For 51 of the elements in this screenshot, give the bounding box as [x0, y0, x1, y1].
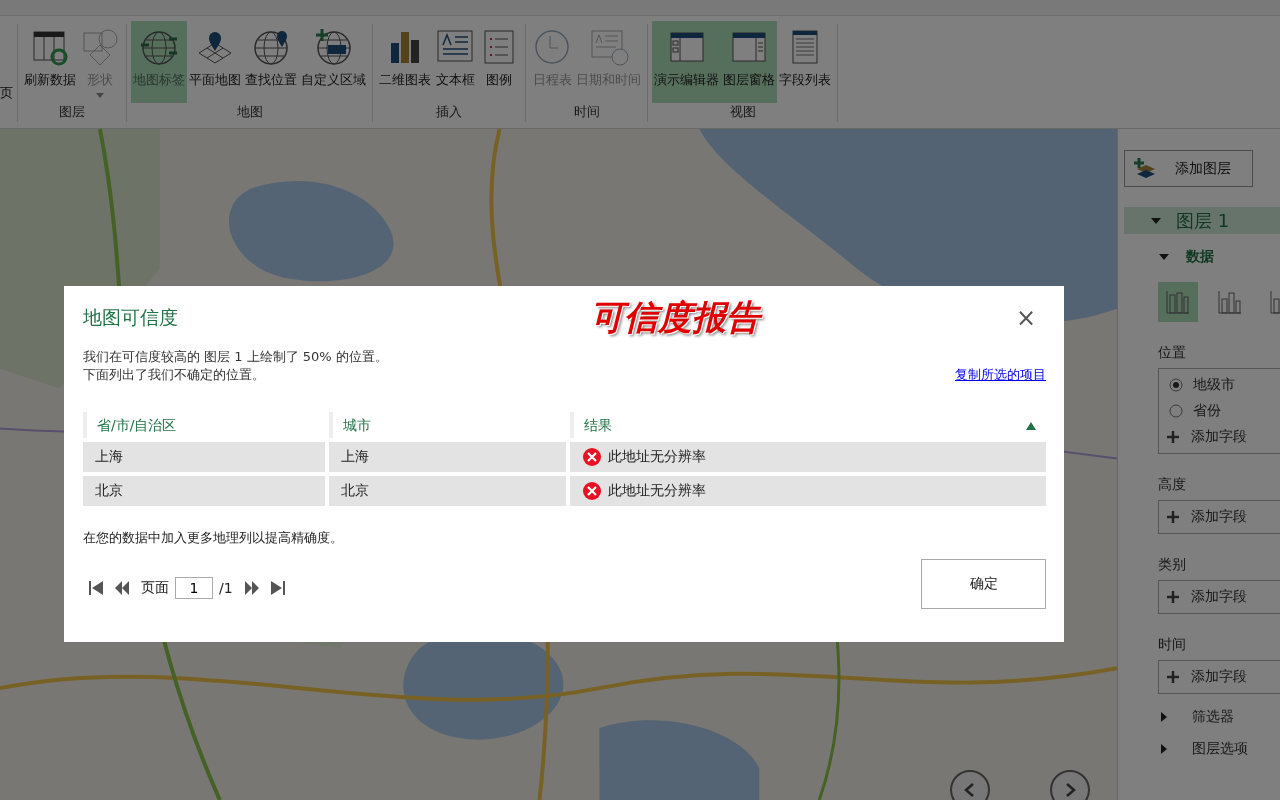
field-label: 高度: [1158, 476, 1187, 494]
message-text: 我们在可信度较高的 图层 1 上绘制了 50% 的位置。: [83, 348, 388, 366]
column-header[interactable]: 结果: [570, 412, 1046, 438]
page-total: /1: [219, 580, 233, 596]
add-field-button[interactable]: 添加字段: [1159, 425, 1280, 449]
table-cell: 上海: [329, 442, 566, 472]
field-label: 位置: [1158, 344, 1187, 362]
section-title[interactable]: 数据: [1186, 248, 1214, 266]
ribbon-button[interactable]: 演示编辑器: [652, 21, 721, 103]
ribbon-group-label: 插入: [436, 103, 462, 121]
ribbon-button[interactable]: 字段列表: [777, 21, 833, 103]
ribbon-button[interactable]: 查找位置: [243, 21, 299, 103]
ribbon-button[interactable]: 自定义区域: [299, 21, 368, 103]
add-field-button[interactable]: 添加字段: [1159, 665, 1280, 689]
ribbon-button[interactable]: 二维图表: [377, 21, 433, 103]
page-input[interactable]: 1: [175, 577, 213, 599]
field-label: 时间: [1158, 636, 1187, 654]
collapsed-section[interactable]: 图层选项: [1118, 740, 1280, 758]
table-cell: 此地址无分辨率: [570, 476, 1046, 506]
close-button[interactable]: ×: [1005, 304, 1046, 332]
add-field-button[interactable]: 添加字段: [1159, 585, 1280, 609]
column-header[interactable]: 省/市/自治区: [83, 412, 325, 438]
ribbon-group-label: 地图: [236, 103, 263, 121]
ribbon-group-label: 视图: [729, 103, 756, 121]
radio-option[interactable]: 省份: [1159, 399, 1280, 423]
ribbon-button[interactable]: 平面地图: [187, 21, 243, 103]
ok-button[interactable]: 确定: [921, 559, 1046, 609]
table-cell: 北京: [329, 476, 566, 506]
table-cell: 北京: [83, 476, 325, 506]
ribbon-label: 页: [0, 84, 13, 102]
message-text: 下面列出了我们不确定的位置。: [83, 366, 266, 384]
page-label: 页面: [141, 579, 169, 597]
ribbon-button[interactable]: 图层窗格: [721, 21, 777, 103]
table-cell: 上海: [83, 442, 325, 472]
hint-text: 在您的数据中加入更多地理列以提高精确度。: [83, 529, 344, 547]
field-label: 类别: [1158, 556, 1187, 574]
layer-title: 图层 1: [1176, 208, 1230, 233]
add-layer-button[interactable]: 添加图层: [1124, 150, 1253, 187]
ribbon-button[interactable]: 文本框: [433, 21, 477, 103]
collapsed-section[interactable]: 筛选器: [1118, 708, 1280, 726]
column-header[interactable]: 城市: [329, 412, 566, 438]
add-field-button[interactable]: 添加字段: [1159, 505, 1280, 529]
dialog-title: 地图可信度: [83, 305, 178, 330]
ribbon-group-label: 时间: [573, 103, 600, 121]
ribbon-group-label: 图层: [59, 103, 85, 121]
ribbon-button[interactable]: 图例: [477, 21, 521, 103]
radio-option[interactable]: 地级市: [1159, 373, 1280, 397]
layer-header[interactable]: 图层 1: [1124, 207, 1280, 234]
ribbon-button[interactable]: 刷新数据: [22, 21, 78, 103]
table-cell: 此地址无分辨率: [570, 442, 1046, 472]
copy-selected-link[interactable]: 复制所选的项目: [955, 366, 1046, 384]
